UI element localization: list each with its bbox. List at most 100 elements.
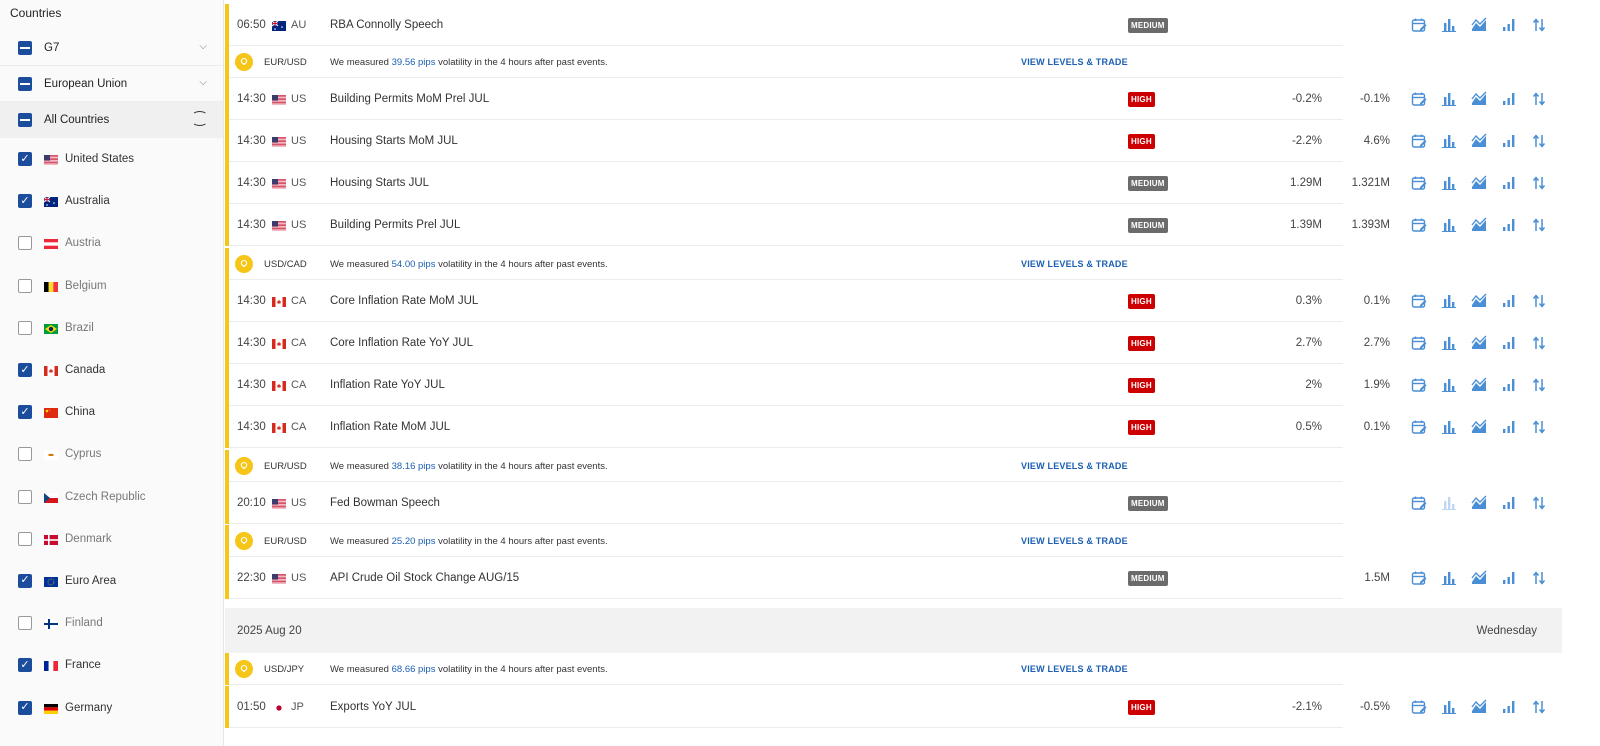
bar-chart-icon[interactable]: [1439, 16, 1459, 34]
country-checkbox[interactable]: [18, 616, 32, 631]
country-item[interactable]: ✓ Australia: [0, 180, 223, 222]
signal-bars-icon[interactable]: [1499, 418, 1519, 436]
country-checkbox[interactable]: [18, 278, 32, 293]
signal-bars-icon[interactable]: [1499, 216, 1519, 234]
sort-arrows-icon[interactable]: [1529, 376, 1549, 394]
chevron-down-icon[interactable]: ⌵: [199, 41, 207, 52]
area-chart-icon[interactable]: [1469, 292, 1489, 310]
sort-arrows-icon[interactable]: [1529, 132, 1549, 150]
calendar-icon[interactable]: [1409, 334, 1429, 352]
area-chart-icon[interactable]: [1469, 376, 1489, 394]
group-g7[interactable]: G7 ⌵: [0, 30, 223, 66]
event-row[interactable]: 01:50 JP Exports YoY JUL HIGH -2.1% -0.5%: [225, 686, 1562, 728]
calendar-icon[interactable]: [1409, 494, 1429, 512]
country-item[interactable]: Austria: [0, 222, 223, 264]
calendar-icon[interactable]: [1409, 90, 1429, 108]
bar-chart-icon[interactable]: [1439, 494, 1459, 512]
country-item[interactable]: ✓ United States: [0, 138, 223, 180]
signal-bars-icon[interactable]: [1499, 569, 1519, 587]
event-name[interactable]: API Crude Oil Stock Change AUG/15: [330, 572, 519, 584]
event-name[interactable]: Fed Bowman Speech: [330, 497, 440, 509]
signal-bars-icon[interactable]: [1499, 292, 1519, 310]
area-chart-icon[interactable]: [1469, 418, 1489, 436]
signal-bars-icon[interactable]: [1499, 132, 1519, 150]
country-checkbox[interactable]: [18, 320, 32, 335]
bar-chart-icon[interactable]: [1439, 698, 1459, 716]
bar-chart-icon[interactable]: [1439, 376, 1459, 394]
country-item[interactable]: ✓ Euro Area: [0, 560, 223, 602]
sort-arrows-icon[interactable]: [1529, 216, 1549, 234]
sort-arrows-icon[interactable]: [1529, 292, 1549, 310]
partial-checkbox[interactable]: [18, 40, 32, 55]
signal-bars-icon[interactable]: [1499, 334, 1519, 352]
country-item[interactable]: Denmark: [0, 518, 223, 560]
partial-checkbox[interactable]: [18, 76, 32, 91]
country-item[interactable]: ✓ Canada: [0, 349, 223, 391]
chevron-down-icon[interactable]: ⌵: [199, 77, 207, 88]
area-chart-icon[interactable]: [1469, 569, 1489, 587]
sort-arrows-icon[interactable]: [1529, 16, 1549, 34]
country-checkbox[interactable]: ✓: [18, 658, 32, 673]
event-row[interactable]: 14:30 CA Inflation Rate MoM JUL HIGH 0.5% 0.1…: [225, 406, 1562, 448]
signal-bars-icon[interactable]: [1499, 494, 1519, 512]
event-name[interactable]: Building Permits Prel JUL: [330, 219, 460, 231]
event-row[interactable]: 22:30 US API Crude Oil Stock Change AUG/15…: [225, 557, 1562, 599]
event-row[interactable]: 14:30 CA Inflation Rate YoY JUL HIGH 2% 1.9%: [225, 364, 1562, 406]
event-row[interactable]: 06:50 AU RBA Connolly Speech MEDIUM: [225, 4, 1562, 46]
event-row[interactable]: 14:30 US Housing Starts MoM JUL HIGH -2.2% 4.…: [225, 120, 1562, 162]
country-checkbox[interactable]: [18, 236, 32, 251]
group-all-countries[interactable]: All Countries ⁐: [0, 102, 223, 138]
country-item[interactable]: ✓ Germany: [0, 686, 223, 728]
country-checkbox[interactable]: ✓: [18, 194, 32, 209]
area-chart-icon[interactable]: [1469, 16, 1489, 34]
calendar-icon[interactable]: [1409, 698, 1429, 716]
signal-bars-icon[interactable]: [1499, 16, 1519, 34]
view-levels-trade-link[interactable]: VIEW LEVELS & TRADE: [1021, 536, 1128, 546]
event-name[interactable]: Exports YoY JUL: [330, 701, 416, 713]
area-chart-icon[interactable]: [1469, 132, 1489, 150]
event-name[interactable]: Core Inflation Rate YoY JUL: [330, 337, 473, 349]
country-item[interactable]: ✓ China: [0, 391, 223, 433]
country-checkbox[interactable]: ✓: [18, 363, 32, 378]
calendar-icon[interactable]: [1409, 292, 1429, 310]
sort-arrows-icon[interactable]: [1529, 494, 1549, 512]
area-chart-icon[interactable]: [1469, 494, 1489, 512]
view-levels-trade-link[interactable]: VIEW LEVELS & TRADE: [1021, 259, 1128, 269]
area-chart-icon[interactable]: [1469, 216, 1489, 234]
event-name[interactable]: Building Permits MoM Prel JUL: [330, 93, 489, 105]
country-item[interactable]: Belgium: [0, 265, 223, 307]
country-checkbox[interactable]: ✓: [18, 405, 32, 420]
country-checkbox[interactable]: ✓: [18, 152, 32, 167]
event-name[interactable]: Inflation Rate YoY JUL: [330, 379, 445, 391]
country-item[interactable]: ✓ France: [0, 644, 223, 686]
calendar-icon[interactable]: [1409, 216, 1429, 234]
bar-chart-icon[interactable]: [1439, 174, 1459, 192]
country-checkbox[interactable]: [18, 531, 32, 546]
country-checkbox[interactable]: ✓: [18, 700, 32, 715]
calendar-icon[interactable]: [1409, 174, 1429, 192]
event-row[interactable]: 14:30 US Building Permits MoM Prel JUL HIGH…: [225, 78, 1562, 120]
country-checkbox[interactable]: [18, 447, 32, 462]
sort-arrows-icon[interactable]: [1529, 569, 1549, 587]
signal-bars-icon[interactable]: [1499, 174, 1519, 192]
event-row[interactable]: 20:10 US Fed Bowman Speech MEDIUM: [225, 482, 1562, 524]
bar-chart-icon[interactable]: [1439, 216, 1459, 234]
country-item[interactable]: Brazil: [0, 307, 223, 349]
sort-arrows-icon[interactable]: [1529, 418, 1549, 436]
country-checkbox[interactable]: [18, 489, 32, 504]
area-chart-icon[interactable]: [1469, 174, 1489, 192]
country-checkbox[interactable]: ✓: [18, 573, 32, 588]
country-item[interactable]: Czech Republic: [0, 476, 223, 518]
event-name[interactable]: Housing Starts MoM JUL: [330, 135, 458, 147]
sort-arrows-icon[interactable]: [1529, 174, 1549, 192]
signal-bars-icon[interactable]: [1499, 90, 1519, 108]
area-chart-icon[interactable]: [1469, 334, 1489, 352]
bar-chart-icon[interactable]: [1439, 334, 1459, 352]
view-levels-trade-link[interactable]: VIEW LEVELS & TRADE: [1021, 57, 1128, 67]
bar-chart-icon[interactable]: [1439, 418, 1459, 436]
calendar-icon[interactable]: [1409, 132, 1429, 150]
view-levels-trade-link[interactable]: VIEW LEVELS & TRADE: [1021, 461, 1128, 471]
event-name[interactable]: Housing Starts JUL: [330, 177, 429, 189]
bar-chart-icon[interactable]: [1439, 292, 1459, 310]
bar-chart-icon[interactable]: [1439, 132, 1459, 150]
